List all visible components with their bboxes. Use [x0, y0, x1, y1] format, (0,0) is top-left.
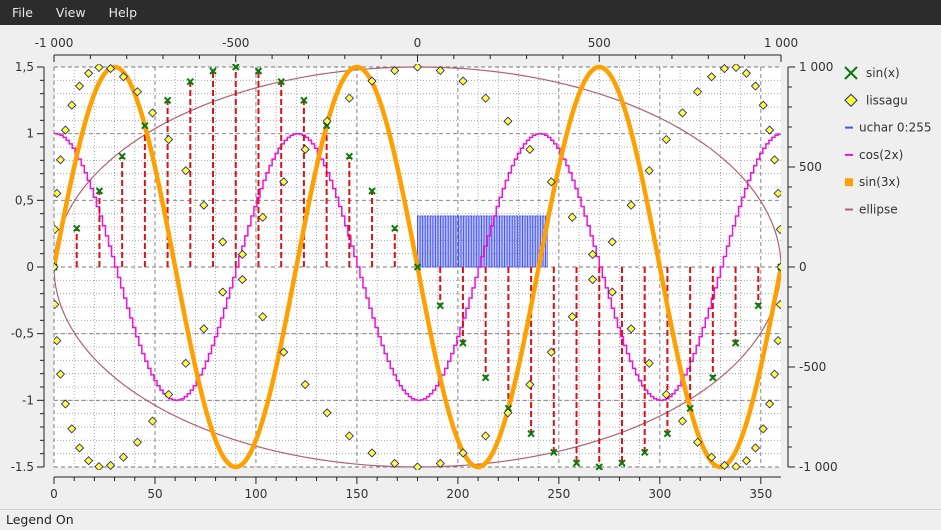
left-tick-label: -1.5	[11, 460, 34, 474]
right-tick-label: -1 000	[799, 460, 838, 474]
bottom-tick-label: 250	[547, 487, 570, 501]
left-tick-label: -1	[22, 393, 34, 407]
legend-label: lissagu	[866, 93, 908, 107]
menu-help[interactable]: Help	[97, 5, 149, 20]
bottom-tick-label: 100	[244, 487, 267, 501]
bottom-tick-label: 0	[50, 487, 58, 501]
plot-widget[interactable]: 0 50 100 150 200 250 300 350-1 000 -500 0 500 1 000…	[0, 25, 941, 509]
left-axis: -1.5 -1 -0,5 0 0,5 1 1,5	[11, 60, 45, 474]
left-tick-label: -0,5	[11, 327, 34, 341]
legend-item-sin-3x-[interactable]: sin(3x)	[845, 175, 900, 189]
legend-item-cos-2x-[interactable]: cos(2x)	[845, 148, 903, 162]
top-tick-label: 1 000	[764, 36, 798, 50]
legend-label: sin(x)	[866, 66, 900, 80]
menu-bar: File View Help	[0, 0, 941, 25]
legend-item-ellipse[interactable]: ellipse	[845, 203, 898, 217]
menu-file[interactable]: File	[0, 5, 44, 20]
legend-label: sin(3x)	[859, 175, 900, 189]
menu-view[interactable]: View	[44, 5, 97, 20]
status-bar: Legend On	[0, 509, 941, 529]
right-tick-label: 500	[799, 160, 822, 174]
legend: sin(x) lissagu uchar 0:255 cos(2x) sin(3x) el…	[844, 66, 932, 217]
legend-label: cos(2x)	[859, 148, 903, 162]
x-marker-icon	[844, 66, 858, 80]
left-tick-label: 0	[26, 260, 34, 274]
right-tick-label: 1 000	[799, 60, 833, 74]
top-tick-label: -1 000	[35, 36, 74, 50]
bottom-tick-label: 150	[345, 487, 368, 501]
right-tick-label: -500	[799, 360, 826, 374]
left-tick-label: 1,5	[15, 60, 34, 74]
diamond-marker-icon	[844, 93, 858, 108]
bottom-tick-label: 200	[446, 487, 469, 501]
left-tick-label: 1	[26, 127, 34, 141]
legend-label: uchar 0:255	[859, 121, 932, 135]
top-tick-label: 500	[588, 36, 611, 50]
legend-item-sin-x-[interactable]: sin(x)	[844, 66, 900, 80]
right-axis: -1 000 -500 0 500 1 000	[787, 60, 838, 474]
bottom-tick-label: 300	[648, 487, 671, 501]
left-tick-label: 0,5	[15, 193, 34, 207]
bottom-tick-label: 50	[147, 487, 162, 501]
square-swatch-icon	[845, 178, 853, 187]
top-axis: -1 000 -500 0 500 1 000	[35, 36, 798, 62]
top-tick-label: 0	[414, 36, 422, 50]
bottom-tick-label: 350	[749, 487, 772, 501]
bottom-axis: 0 50 100 150 200 250 300 350	[50, 476, 781, 501]
legend-item-lissagu[interactable]: lissagu	[844, 93, 908, 108]
legend-item-uchar-0-255[interactable]: uchar 0:255	[845, 121, 932, 135]
top-tick-label: -500	[222, 36, 249, 50]
right-tick-label: 0	[799, 260, 807, 274]
legend-label: ellipse	[859, 203, 898, 217]
